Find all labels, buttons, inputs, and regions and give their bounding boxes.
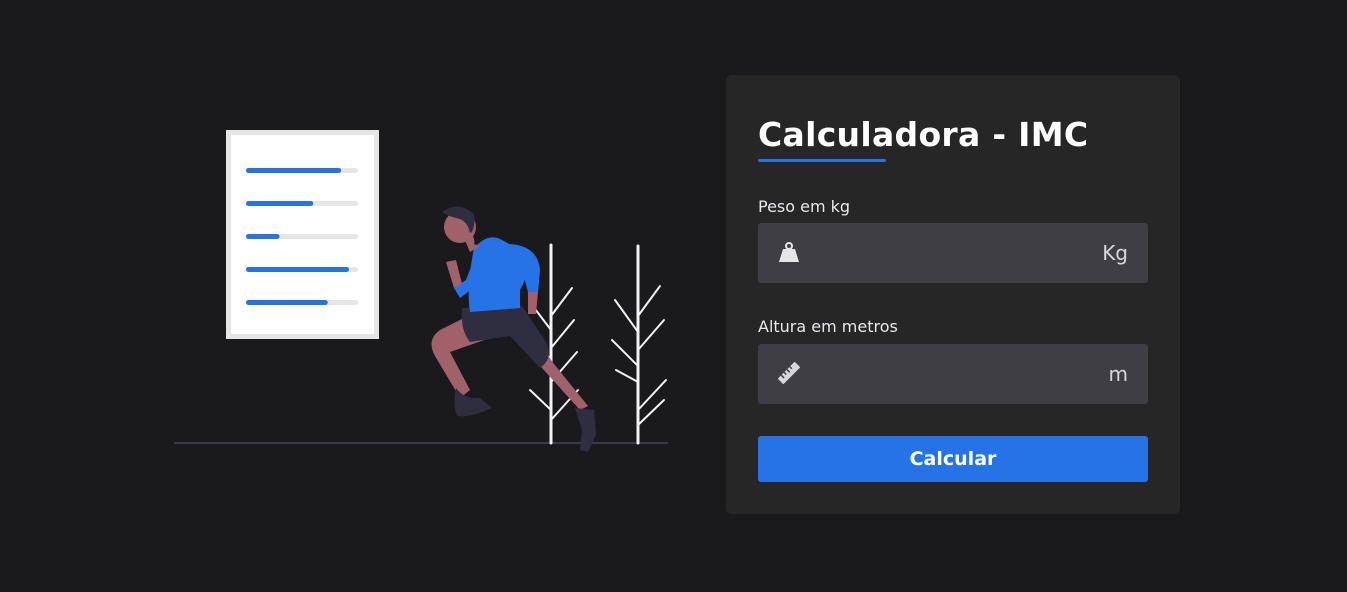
progress-fill — [246, 168, 342, 173]
plant-right — [611, 244, 667, 445]
page-title: Calculadora - IMC — [758, 115, 1089, 154]
progress-fill — [246, 300, 328, 305]
height-input[interactable] — [816, 344, 1086, 404]
progress-fill — [246, 234, 280, 239]
progress-fill — [246, 201, 314, 206]
weight-input[interactable] — [816, 223, 1086, 283]
runner-figure — [431, 206, 596, 452]
calculate-button[interactable]: Calcular — [758, 436, 1148, 482]
height-field-container: m — [758, 344, 1148, 404]
weight-field-container: Kg — [758, 223, 1148, 283]
progress-fill — [246, 267, 350, 272]
weight-icon — [778, 241, 800, 263]
height-label: Altura em metros — [758, 317, 898, 336]
weight-unit: Kg — [1102, 241, 1128, 265]
bmi-calculator-card: Calculadora - IMC Peso em kg Kg Altura e… — [726, 75, 1180, 514]
title-underline — [758, 159, 886, 162]
ruler-icon — [778, 362, 800, 384]
weight-label: Peso em kg — [758, 197, 851, 216]
progress-document — [226, 130, 379, 339]
height-unit: m — [1108, 362, 1128, 386]
runner-illustration — [170, 120, 680, 460]
